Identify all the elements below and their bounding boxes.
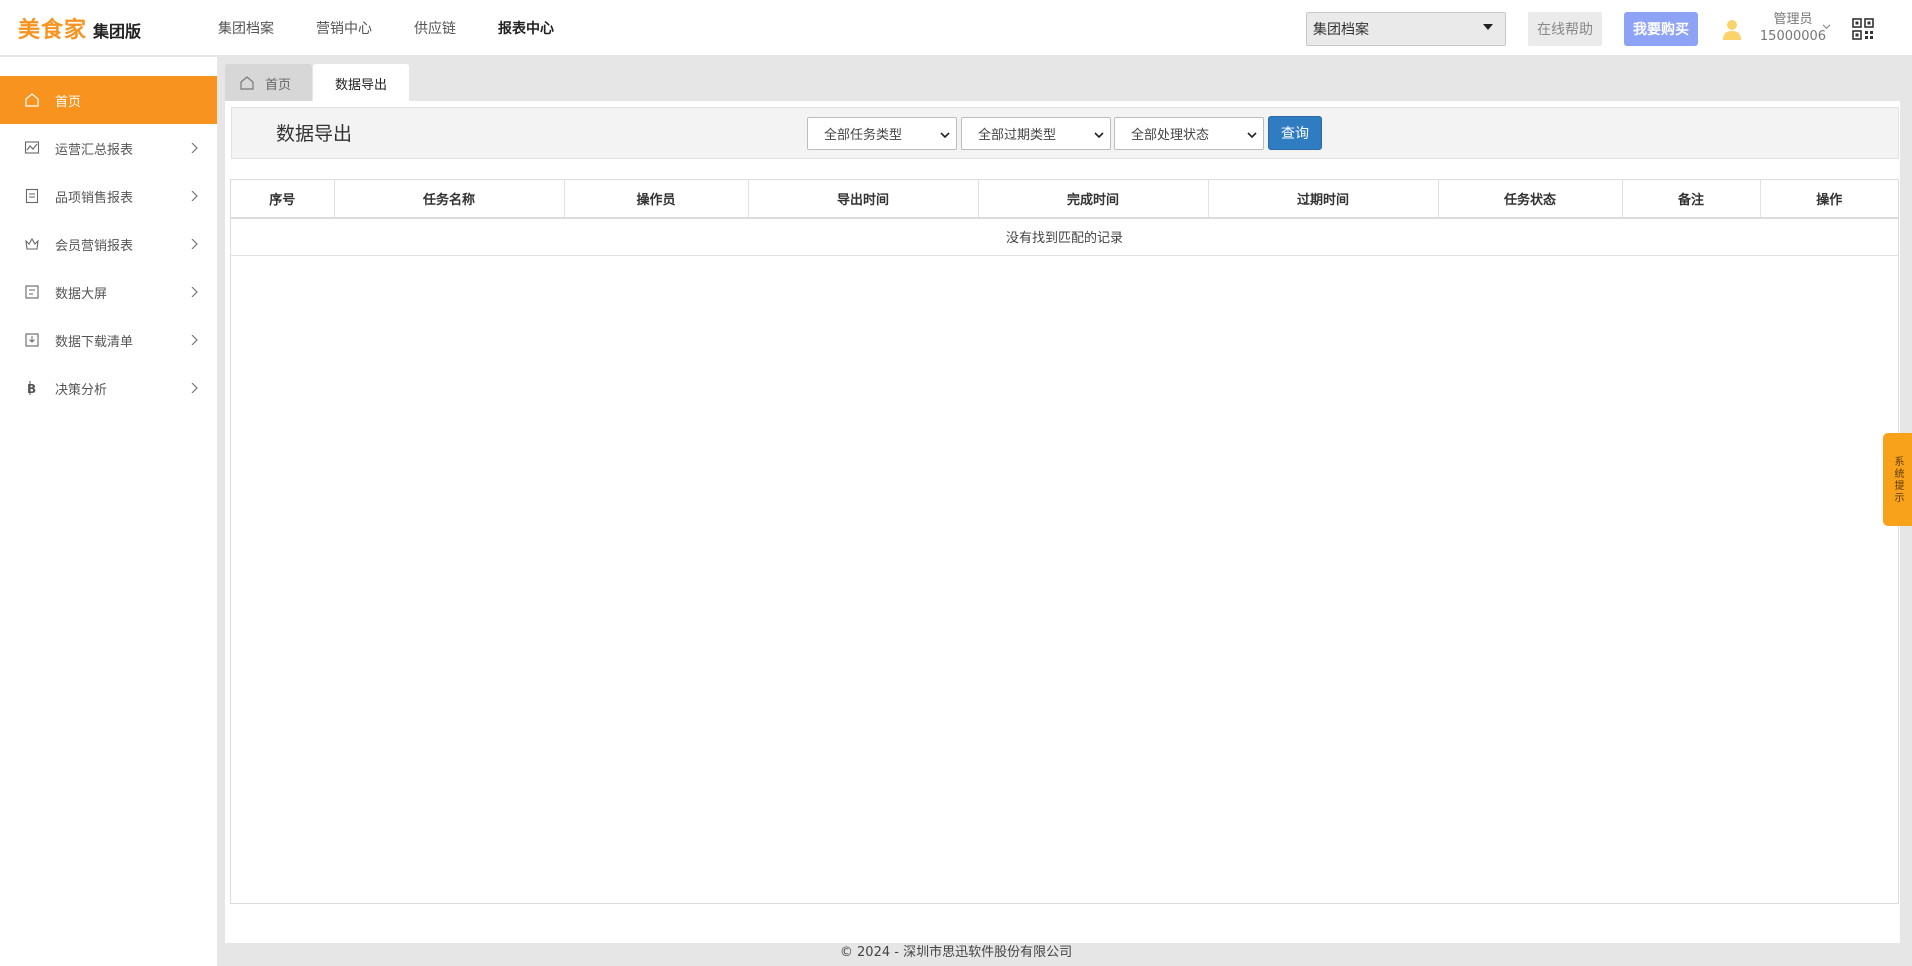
status-select-value: 全部处理状态: [1131, 128, 1210, 143]
column-header-export-time[interactable]: 导出时间: [748, 180, 979, 219]
document-icon: [25, 188, 39, 204]
nav-marketing-center[interactable]: 营销中心: [316, 18, 372, 38]
table-header-row: 序号 任务名称 操作员 导出时间 完成时间 过期时间 任务状态 备注 操作: [231, 180, 1898, 219]
user-id: 15000006: [1759, 29, 1827, 44]
qr-code-icon[interactable]: [1852, 18, 1874, 40]
sidebar-item-label: 会员营销报表: [55, 238, 134, 254]
chevron-right-icon: [191, 287, 198, 297]
user-role: 管理员: [1773, 12, 1813, 27]
sidebar: 首页 运营汇总报表 品项销售报表 会员营销报表 数据大屏 数据下载清单 B 决策…: [0, 57, 217, 966]
sidebar-item-label: 品项销售报表: [55, 190, 134, 206]
column-header-operator[interactable]: 操作员: [564, 180, 749, 219]
crown-icon: [25, 237, 39, 250]
nav-report-center[interactable]: 报表中心: [498, 18, 554, 39]
column-header-expire-time[interactable]: 过期时间: [1208, 180, 1439, 219]
tab-home-label: 首页: [265, 77, 292, 93]
table-row: 没有找到匹配的记录: [231, 218, 1898, 256]
export-table-grid: 序号 任务名称 操作员 导出时间 完成时间 过期时间 任务状态 备注 操作 没有…: [231, 180, 1898, 256]
task-type-select[interactable]: 全部任务类型: [807, 117, 957, 150]
chevron-right-icon: [191, 191, 198, 201]
column-header-task-status[interactable]: 任务状态: [1438, 180, 1623, 219]
archive-select[interactable]: 集团档案: [1306, 12, 1506, 46]
column-header-action[interactable]: 操作: [1760, 180, 1898, 219]
online-help-button[interactable]: 在线帮助: [1528, 12, 1602, 46]
column-header-task-name[interactable]: 任务名称: [334, 180, 565, 219]
home-icon: [240, 76, 254, 90]
sidebar-item-label: 决策分析: [55, 382, 108, 398]
nav-report-center-label: 报表中心: [498, 21, 554, 37]
user-avatar-icon[interactable]: [1720, 17, 1744, 41]
logo-brand: 美食家: [18, 18, 88, 43]
sidebar-item-home[interactable]: 首页: [0, 76, 217, 124]
chevron-down-icon: [940, 132, 950, 139]
chevron-down-icon: [1094, 132, 1104, 139]
chevron-right-icon: [191, 143, 198, 153]
page-title: 数据导出: [276, 123, 353, 145]
logo-edition: 集团版: [93, 22, 142, 41]
chevron-right-icon: [191, 383, 198, 393]
column-header-remark[interactable]: 备注: [1622, 180, 1761, 219]
column-header-index[interactable]: 序号: [231, 180, 335, 219]
home-icon: [25, 93, 39, 107]
top-header: 美食家 集团版 集团档案 营销中心 供应链 报表中心 集团档案 在线帮助 我要购…: [0, 0, 1912, 56]
sidebar-item-label: 数据大屏: [55, 286, 108, 302]
user-info[interactable]: 管理员 15000006: [1756, 11, 1830, 45]
sidebar-item-download-list[interactable]: 数据下载清单: [0, 316, 217, 364]
status-select[interactable]: 全部处理状态: [1114, 117, 1264, 150]
archive-select-value: 集团档案: [1313, 22, 1369, 38]
download-icon: [25, 333, 39, 347]
trend-chart-icon: [24, 141, 40, 154]
chevron-down-icon[interactable]: [1822, 22, 1831, 31]
chevron-right-icon: [191, 335, 198, 345]
screen-icon: [25, 285, 39, 299]
sidebar-item-operations-summary[interactable]: 运营汇总报表: [0, 124, 217, 172]
sidebar-item-label: 首页: [55, 94, 82, 110]
sidebar-item-label: 数据下载清单: [55, 334, 134, 350]
nav-group-archive[interactable]: 集团档案: [218, 18, 274, 38]
top-nav: 集团档案 营销中心 供应链 报表中心: [218, 0, 596, 56]
buy-button[interactable]: 我要购买: [1624, 12, 1698, 46]
sidebar-item-label: 运营汇总报表: [55, 142, 134, 158]
system-tip-tab[interactable]: 系统提示: [1883, 433, 1912, 526]
svg-text:B: B: [27, 382, 36, 396]
sidebar-item-member-marketing[interactable]: 会员营销报表: [0, 220, 217, 268]
bitcoin-icon: B: [27, 381, 36, 396]
nav-supply-chain[interactable]: 供应链: [414, 18, 456, 38]
sidebar-item-decision-analysis[interactable]: B 决策分析: [0, 364, 217, 412]
tab-home[interactable]: 首页: [225, 64, 312, 102]
sidebar-item-data-screen[interactable]: 数据大屏: [0, 268, 217, 316]
expire-type-select[interactable]: 全部过期类型: [961, 117, 1111, 150]
column-header-finish-time[interactable]: 完成时间: [978, 180, 1209, 219]
sidebar-item-item-sales[interactable]: 品项销售报表: [0, 172, 217, 220]
caret-down-icon: [1483, 24, 1493, 30]
chevron-right-icon: [191, 239, 198, 249]
tab-data-export[interactable]: 数据导出: [313, 64, 409, 102]
task-type-select-value: 全部任务类型: [824, 128, 903, 143]
export-table: 序号 任务名称 操作员 导出时间 完成时间 过期时间 任务状态 备注 操作 没有…: [230, 179, 1899, 904]
logo[interactable]: 美食家 集团版: [18, 12, 141, 44]
expire-type-select-value: 全部过期类型: [978, 128, 1057, 143]
footer-copyright: © 2024 - 深圳市思迅软件股份有限公司: [839, 945, 1073, 960]
query-button[interactable]: 查询: [1268, 116, 1322, 150]
empty-message: 没有找到匹配的记录: [231, 218, 1898, 256]
chevron-down-icon: [1247, 132, 1257, 139]
